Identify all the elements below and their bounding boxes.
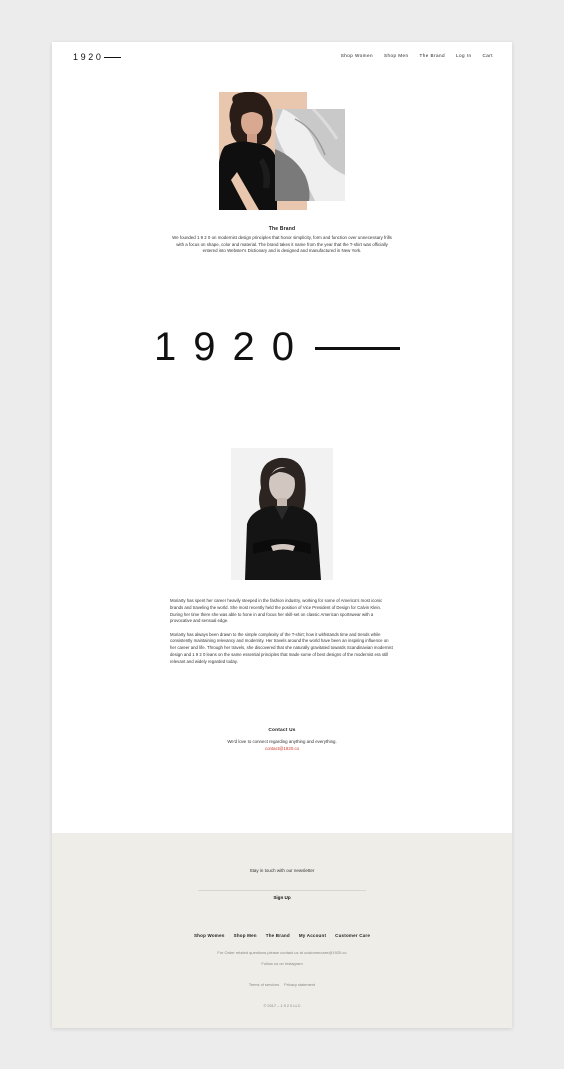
footer-nav-my-account[interactable]: My Account <box>299 933 326 938</box>
hero-collage <box>219 92 345 210</box>
brand-title: The Brand <box>268 226 296 232</box>
sign-up-button[interactable]: Sign Up <box>52 895 512 900</box>
founder-portrait <box>231 448 333 580</box>
bio-paragraph-2: Moriarty has always been drawn to the si… <box>170 631 393 664</box>
footer-nav-the-brand[interactable]: The Brand <box>266 933 290 938</box>
copyright-text: © 2017 – 1 9 2 0 LLC <box>263 1003 301 1008</box>
footer-nav-customer-care[interactable]: Customer Care <box>335 933 370 938</box>
contact-email-link[interactable]: contact@1920.co <box>52 746 512 751</box>
newsletter-input-line[interactable] <box>198 890 366 891</box>
contact-text: We'd love to connect regarding anything … <box>227 739 337 744</box>
instagram-line: Follow us on Instagram <box>52 961 512 966</box>
founder-bio: Moriarty has spent her career heavily st… <box>170 598 394 672</box>
page-card: 1920 Shop Women Shop Men The Brand Log I… <box>52 42 512 1028</box>
logo-text: 1920 <box>73 52 104 62</box>
footer-nav-shop-men[interactable]: Shop Men <box>234 933 257 938</box>
newsletter-label: Stay in touch with our newsletter <box>249 868 315 873</box>
logo-bar <box>104 56 122 58</box>
brand-description: We founded 1 9 2 0 on modernist design p… <box>172 235 392 254</box>
big-logo-bar <box>314 347 400 350</box>
big-logo: 1920 <box>154 326 400 368</box>
nav-shop-women[interactable]: Shop Women <box>341 53 373 59</box>
legal-links: Terms of services Privacy statement <box>52 982 512 987</box>
site-footer: Stay in touch with our newsletter Sign U… <box>52 833 512 1028</box>
contact-title: Contact Us <box>268 728 296 733</box>
nav-cart[interactable]: Cart <box>483 53 493 59</box>
bio-paragraph-1: Moriarty has spent her career heavily st… <box>170 598 383 624</box>
privacy-link[interactable]: Privacy statement <box>284 982 315 987</box>
hero-photo-arm <box>275 109 345 201</box>
terms-link[interactable]: Terms of services <box>249 982 279 987</box>
instagram-link[interactable]: Follow us on Instagram <box>261 961 302 966</box>
top-nav: Shop Women Shop Men The Brand Log In Car… <box>341 53 493 59</box>
footer-nav-shop-women[interactable]: Shop Women <box>194 933 225 938</box>
big-logo-text: 1920 <box>154 325 311 369</box>
nav-shop-men[interactable]: Shop Men <box>384 53 409 59</box>
nav-log-in[interactable]: Log In <box>456 53 471 59</box>
order-questions-text: For Order related questions please conta… <box>217 950 347 955</box>
footer-nav: Shop Women Shop Men The Brand My Account… <box>52 933 512 938</box>
site-logo[interactable]: 1920 <box>73 51 122 63</box>
nav-the-brand[interactable]: The Brand <box>420 53 446 59</box>
